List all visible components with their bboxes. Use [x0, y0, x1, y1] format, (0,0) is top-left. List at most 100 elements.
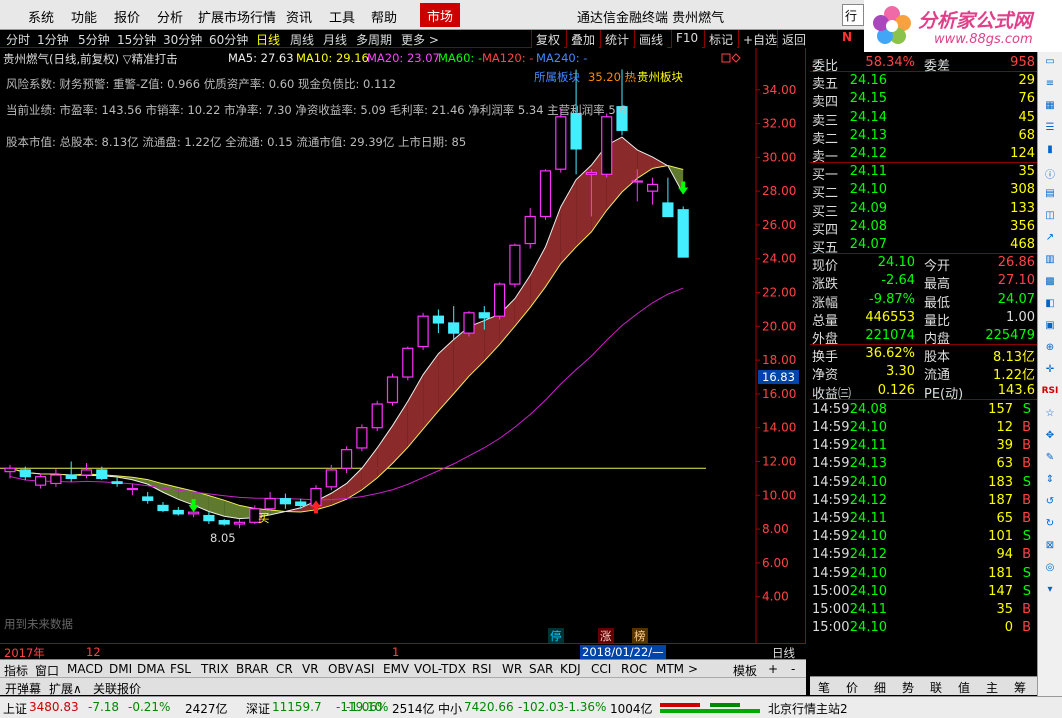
- menu-function[interactable]: 功能: [71, 7, 97, 26]
- table-icon[interactable]: ▥: [1041, 254, 1059, 270]
- tick-row[interactable]: 14:59 24.10 181 S: [810, 565, 1037, 583]
- arrows-icon[interactable]: ⇕: [1041, 474, 1059, 490]
- redo-icon[interactable]: ↻: [1041, 518, 1059, 534]
- indicator-tab-9[interactable]: VR: [302, 662, 319, 676]
- menu-icon[interactable]: ▾: [1041, 584, 1059, 600]
- sz-index[interactable]: 11159.7: [272, 700, 322, 714]
- menu-analysis[interactable]: 分析: [157, 7, 183, 26]
- kline-icon[interactable]: ▮: [1041, 144, 1059, 160]
- stat-row[interactable]: 外盘 221074 内盘 225479: [810, 327, 1037, 347]
- window-icon[interactable]: ▭: [1041, 56, 1059, 72]
- indicator-tab-14[interactable]: RSI: [472, 662, 492, 676]
- chart-icon[interactable]: ◫: [1041, 210, 1059, 226]
- tick-row[interactable]: 15:00 24.10 147 S: [810, 583, 1037, 601]
- tick-row[interactable]: 14:59 24.08 157 S: [810, 401, 1037, 419]
- indicator-tab-6[interactable]: TRIX: [201, 662, 228, 676]
- quote-tab-0[interactable]: 笔: [818, 679, 830, 696]
- ask-row[interactable]: 卖二 24.13 68: [810, 127, 1037, 147]
- indicator-tab-23[interactable]: +: [768, 662, 778, 676]
- period-5min[interactable]: 5分钟: [78, 31, 110, 48]
- ask-row[interactable]: 卖四 24.15 76: [810, 90, 1037, 110]
- period-more[interactable]: 更多 >: [401, 31, 439, 48]
- indicator-tab-15[interactable]: WR: [502, 662, 522, 676]
- stat-row[interactable]: 现价 24.10 今开 26.86: [810, 254, 1037, 274]
- market-button[interactable]: 市场: [420, 3, 461, 27]
- tick-row[interactable]: 15:00 24.10 0 B: [810, 619, 1037, 637]
- period-monthly[interactable]: 月线: [323, 31, 347, 48]
- grid-icon[interactable]: ▦: [1041, 100, 1059, 116]
- indicator-tab-20[interactable]: MTM: [656, 662, 684, 676]
- indicator-tab-13[interactable]: VOL-TDX: [414, 662, 466, 676]
- indicator-tab-17[interactable]: KDJ: [560, 662, 581, 676]
- indicator-tab-11[interactable]: ASI: [355, 662, 374, 676]
- stat2-row[interactable]: 净资 3.30 流通 1.22亿: [810, 363, 1037, 383]
- tab-danmu[interactable]: 开弹幕: [5, 680, 41, 697]
- tick-row[interactable]: 14:59 24.11 39 B: [810, 437, 1037, 455]
- stat2-row[interactable]: 收益㈢ 0.126 PE(动) 143.6: [810, 382, 1037, 402]
- rsi-icon[interactable]: RSI: [1041, 386, 1059, 402]
- indicator-tab-7[interactable]: BRAR: [236, 662, 269, 676]
- ask-row[interactable]: 卖五 24.16 29: [810, 72, 1037, 92]
- bid-row[interactable]: 买三 24.09 133: [810, 200, 1037, 220]
- menu-tools[interactable]: 工具: [329, 7, 355, 26]
- zoom-icon[interactable]: ⊕: [1041, 342, 1059, 358]
- btn-back[interactable]: 返回: [777, 30, 811, 48]
- sector-label[interactable]: 所属板块: [534, 69, 580, 85]
- period-multi[interactable]: 多周期: [356, 31, 392, 48]
- period-15min[interactable]: 15分钟: [117, 31, 156, 48]
- bid-row[interactable]: 买二 24.10 308: [810, 181, 1037, 201]
- quote-tab-4[interactable]: 联: [930, 679, 942, 696]
- indicator-tab-12[interactable]: EMV: [383, 662, 409, 676]
- period-30min[interactable]: 30分钟: [163, 31, 202, 48]
- btn-overlay[interactable]: 叠加: [566, 30, 600, 48]
- quote-box[interactable]: 行: [842, 4, 864, 26]
- stat-row[interactable]: 总量 446553 量比 1.00: [810, 309, 1037, 329]
- zx-index[interactable]: 7420.66: [464, 700, 514, 714]
- stack-icon[interactable]: ≡: [1041, 78, 1059, 94]
- server-name[interactable]: 北京行情主站2: [768, 700, 848, 717]
- quote-tab-6[interactable]: 主: [986, 679, 998, 696]
- ask-row[interactable]: 卖三 24.14 45: [810, 109, 1037, 129]
- indicator-tab-4[interactable]: DMA: [137, 662, 165, 676]
- book-icon[interactable]: ◧: [1041, 298, 1059, 314]
- calc-icon[interactable]: ▣: [1041, 320, 1059, 336]
- indicator-tab-16[interactable]: SAR: [529, 662, 553, 676]
- info-icon[interactable]: ⓘ: [1041, 166, 1059, 182]
- stat-row[interactable]: 涨幅 -9.87% 最低 24.07: [810, 291, 1037, 311]
- quote-tab-5[interactable]: 值: [958, 679, 970, 696]
- period-weekly[interactable]: 周线: [290, 31, 314, 48]
- ask-row[interactable]: 卖一 24.12 124: [810, 145, 1037, 165]
- tick-row[interactable]: 14:59 24.12 187 B: [810, 492, 1037, 510]
- indicator-tab-3[interactable]: DMI: [109, 662, 132, 676]
- kline-chart[interactable]: 4.00 6.00 8.00 10.00 12.00 14.00 16.00 18.00 20.…: [0, 48, 806, 659]
- lock-icon[interactable]: ⊠: [1041, 540, 1059, 556]
- btn-stats[interactable]: 统计: [600, 30, 634, 48]
- tick-row[interactable]: 14:59 24.10 101 S: [810, 528, 1037, 546]
- tick-row[interactable]: 14:59 24.10 12 B: [810, 419, 1037, 437]
- indicator-tab-2[interactable]: MACD: [67, 662, 103, 676]
- indicator-tab-8[interactable]: CR: [276, 662, 293, 676]
- period-fenshi[interactable]: 分时: [6, 31, 30, 48]
- list-icon[interactable]: ☰: [1041, 122, 1059, 138]
- eye-icon[interactable]: ◎: [1041, 562, 1059, 578]
- tab-related-quote[interactable]: 关联报价: [93, 680, 141, 697]
- period-60min[interactable]: 60分钟: [209, 31, 248, 48]
- sh-index[interactable]: 3480.83: [29, 700, 79, 714]
- quote-tab-7[interactable]: 筹: [1014, 679, 1026, 696]
- menu-ext-market[interactable]: 扩展市场行情: [198, 7, 276, 26]
- news-icon[interactable]: ▤: [1041, 188, 1059, 204]
- btn-mark[interactable]: 标记: [704, 30, 738, 48]
- star-icon[interactable]: ☆: [1041, 408, 1059, 424]
- menu-help[interactable]: 帮助: [371, 7, 397, 26]
- tick-row[interactable]: 14:59 24.11 65 B: [810, 510, 1037, 528]
- tick-row[interactable]: 14:59 24.12 94 B: [810, 546, 1037, 564]
- stat-row[interactable]: 涨跌 -2.64 最高 27.10: [810, 272, 1037, 292]
- bid-row[interactable]: 买四 24.08 356: [810, 218, 1037, 238]
- period-1min[interactable]: 1分钟: [37, 31, 69, 48]
- indicator-tab-19[interactable]: ROC: [621, 662, 647, 676]
- indicator-tab-5[interactable]: FSL: [170, 662, 191, 676]
- cross-icon[interactable]: ✛: [1041, 364, 1059, 380]
- stat2-row[interactable]: 换手 36.62% 股本 8.13亿: [810, 345, 1037, 365]
- tick-row[interactable]: 15:00 24.11 35 B: [810, 601, 1037, 619]
- menu-system[interactable]: 系统: [28, 7, 54, 26]
